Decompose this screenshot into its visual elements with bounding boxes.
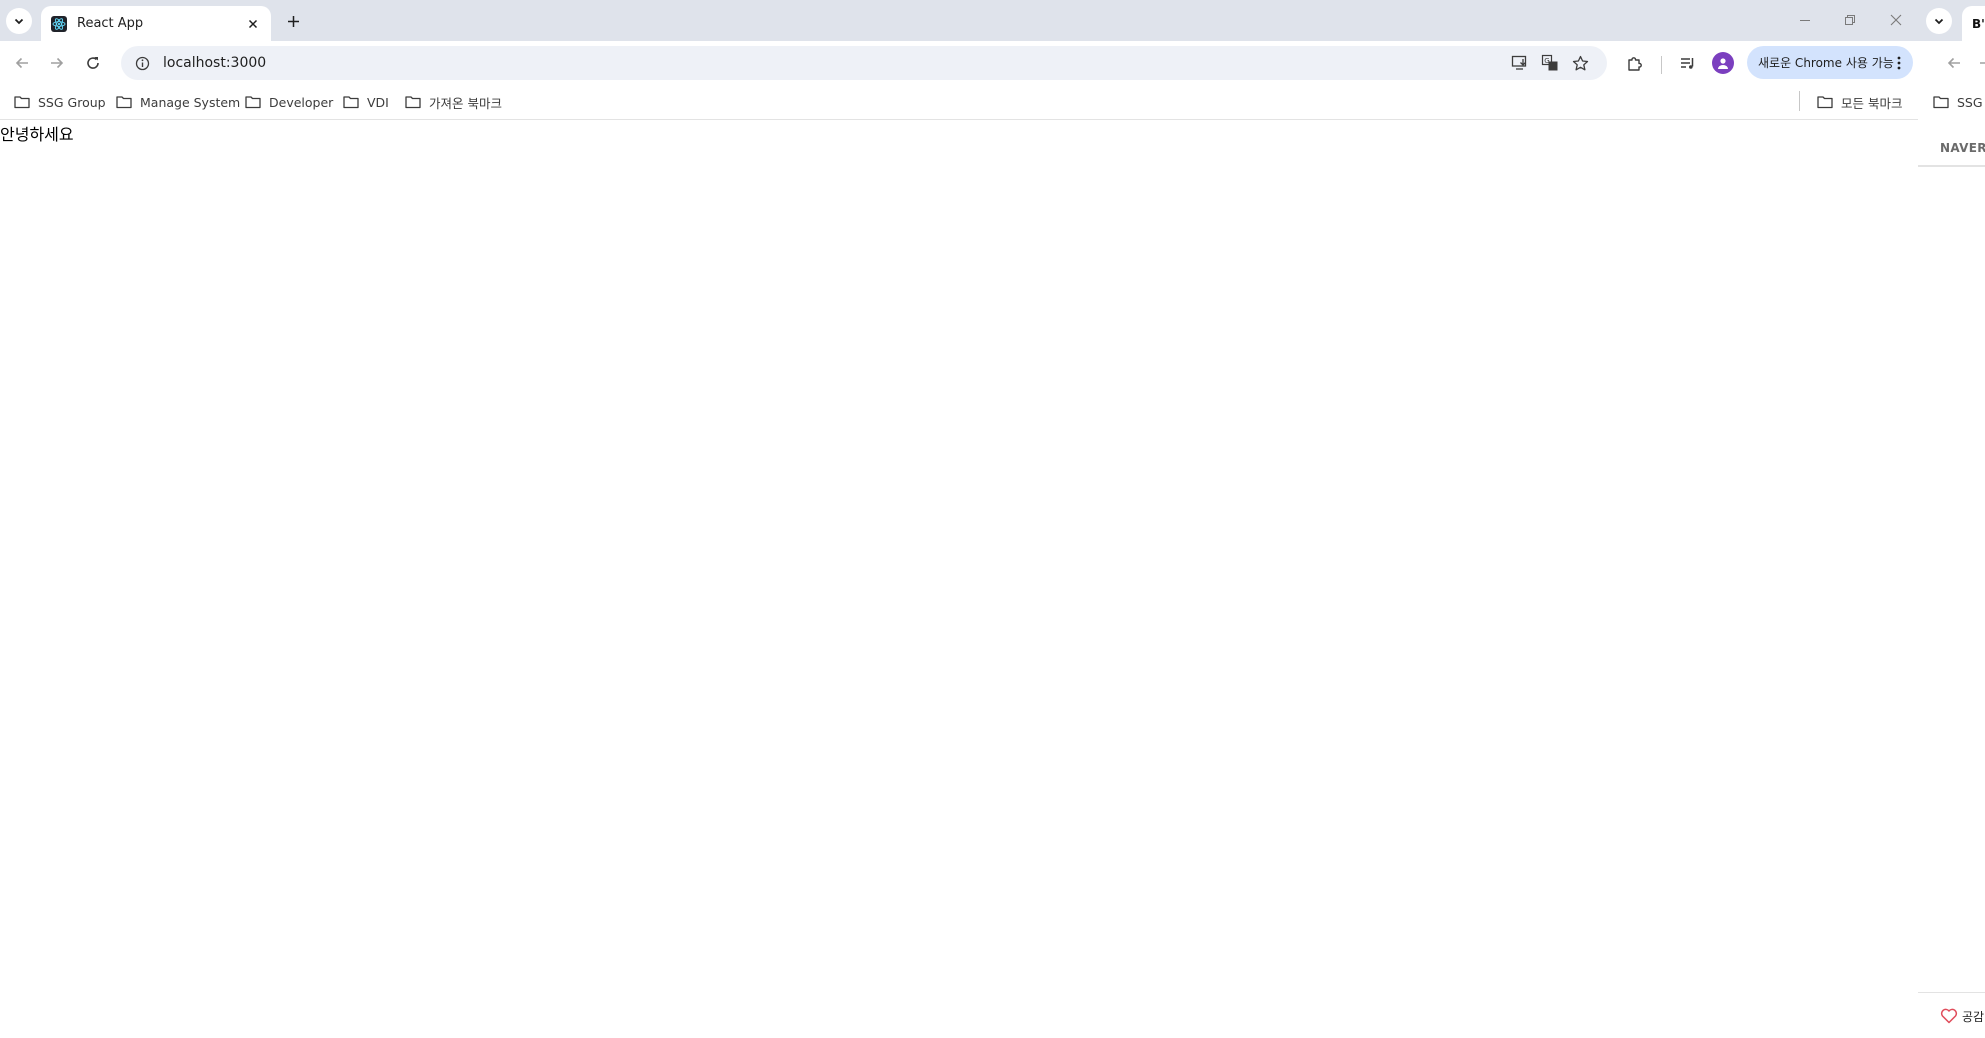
tab-title: React App bbox=[77, 16, 144, 31]
window-close-button[interactable] bbox=[1884, 9, 1908, 31]
chevron-down-icon bbox=[14, 18, 24, 25]
minimize-button[interactable] bbox=[1793, 9, 1817, 31]
side-divider bbox=[1918, 992, 1985, 993]
like-button[interactable]: 공감 bbox=[1940, 1005, 1984, 1027]
page-content: 안녕하세요 bbox=[0, 121, 1918, 1038]
arrow-right-icon bbox=[1980, 62, 1985, 64]
bookmark-developer[interactable]: Developer bbox=[244, 89, 333, 115]
bookmark-manage-system[interactable]: Manage System bbox=[115, 89, 240, 115]
star-icon[interactable] bbox=[1565, 50, 1595, 76]
naver-logo-text[interactable]: NAVER bbox=[1940, 141, 1985, 155]
restore-button[interactable] bbox=[1838, 9, 1862, 31]
more-vert-icon[interactable] bbox=[1894, 56, 1905, 70]
bookmark-label: SSG Group bbox=[38, 94, 106, 110]
like-label: 공감 bbox=[1962, 1009, 1985, 1024]
side-tab-search-button[interactable] bbox=[1926, 8, 1952, 34]
browser-window-main: React App localhost:3000 G 새로운 Chrome 사용… bbox=[0, 0, 1918, 1038]
bookmark-label: VDI bbox=[367, 94, 389, 110]
plus-icon bbox=[287, 15, 299, 27]
close-icon[interactable] bbox=[245, 16, 261, 32]
chevron-down-icon bbox=[1934, 18, 1944, 25]
browser-window-side: B' SSG NAVER 공감 bbox=[1918, 0, 1985, 1038]
bookmark-ssg-group[interactable]: SSG Group bbox=[13, 89, 106, 115]
url-text[interactable]: localhost:3000 bbox=[163, 55, 1505, 71]
react-icon bbox=[51, 15, 67, 32]
tab-search-button[interactable] bbox=[6, 8, 32, 34]
side-tab-strip: B' bbox=[1918, 0, 1985, 41]
folder-icon bbox=[244, 94, 262, 110]
arrow-left-icon bbox=[1947, 57, 1960, 69]
bookmark-all-bookmarks[interactable]: 모든 북마크 bbox=[1816, 89, 1902, 115]
back-button[interactable] bbox=[9, 50, 35, 76]
tab-strip: React App bbox=[0, 0, 1918, 41]
side-bookmarks-bar: SSG bbox=[1918, 84, 1985, 120]
folder-icon bbox=[342, 94, 360, 110]
screen: React App localhost:3000 G 새로운 Chrome 사용… bbox=[0, 0, 1985, 1038]
bookmarks-bar: SSG Group Manage System Developer VDI 가져… bbox=[0, 84, 1918, 120]
close-icon bbox=[1890, 14, 1902, 26]
playlist-music-icon bbox=[1680, 57, 1693, 69]
site-info-icon[interactable] bbox=[133, 54, 151, 72]
side-toolbar bbox=[1918, 41, 1985, 84]
bookmarks-divider bbox=[1799, 91, 1800, 111]
new-tab-button[interactable] bbox=[282, 10, 304, 32]
tab-react-app[interactable]: React App bbox=[41, 6, 271, 41]
bookmark-label: Manage System bbox=[140, 94, 241, 110]
svg-text:G: G bbox=[1544, 57, 1549, 65]
chrome-update-button[interactable]: 새로운 Chrome 사용 가능 bbox=[1747, 46, 1913, 79]
translate-icon[interactable]: G bbox=[1535, 50, 1565, 76]
side-page-content: NAVER 공감 bbox=[1918, 121, 1985, 1038]
address-bar[interactable]: localhost:3000 G bbox=[121, 46, 1607, 80]
install-app-icon[interactable] bbox=[1505, 50, 1535, 76]
bookmark-imported[interactable]: 가져온 북마크 bbox=[404, 89, 502, 115]
arrow-right-icon bbox=[51, 57, 64, 69]
update-label: 새로운 Chrome 사용 가능 bbox=[1758, 56, 1894, 70]
folder-icon bbox=[115, 94, 133, 110]
folder-icon bbox=[13, 94, 31, 110]
puzzle-icon bbox=[1627, 56, 1642, 71]
side-bookmark-ssg[interactable]: SSG bbox=[1932, 89, 1983, 115]
side-back-button[interactable] bbox=[1941, 50, 1967, 76]
reload-icon bbox=[87, 57, 99, 69]
minimize-icon bbox=[1800, 20, 1810, 21]
profile-avatar[interactable] bbox=[1712, 52, 1734, 74]
folder-icon bbox=[1816, 94, 1834, 110]
person-icon bbox=[1718, 58, 1728, 69]
bookmark-label: 모든 북마크 bbox=[1841, 95, 1903, 111]
reload-button[interactable] bbox=[80, 50, 106, 76]
side-forward-button[interactable] bbox=[1973, 50, 1985, 76]
toolbar: localhost:3000 G 새로운 Chrome 사용 가능 bbox=[0, 41, 1918, 84]
side-tab-favicon: B' bbox=[1972, 16, 1985, 31]
folder-icon bbox=[404, 94, 422, 110]
naver-header: NAVER bbox=[1918, 131, 1985, 167]
bookmark-vdi[interactable]: VDI bbox=[342, 89, 389, 115]
forward-button[interactable] bbox=[44, 50, 70, 76]
folder-icon bbox=[1932, 94, 1950, 110]
greeting-text: 안녕하세요 bbox=[0, 125, 74, 144]
media-controls-button[interactable] bbox=[1674, 50, 1700, 76]
toolbar-divider bbox=[1661, 56, 1662, 74]
restore-icon bbox=[1845, 15, 1855, 25]
heart-icon bbox=[1940, 1008, 1958, 1024]
extensions-button[interactable] bbox=[1621, 50, 1647, 76]
bookmark-label: SSG bbox=[1957, 94, 1983, 110]
bookmark-label: Developer bbox=[269, 94, 334, 110]
bookmark-label: 가져온 북마크 bbox=[429, 95, 502, 111]
side-tab[interactable]: B' bbox=[1962, 6, 1985, 41]
arrow-left-icon bbox=[15, 57, 28, 69]
